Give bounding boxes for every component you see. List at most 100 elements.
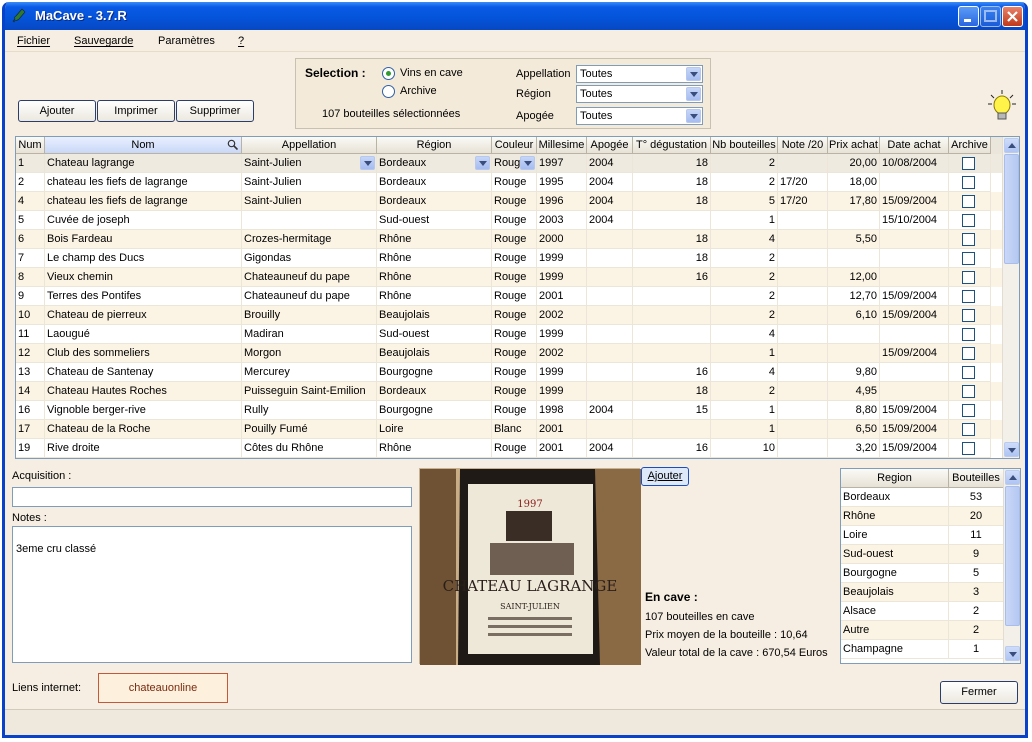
table-cell[interactable] (587, 249, 633, 268)
table-cell[interactable]: Puisseguin Saint-Emilion (242, 382, 377, 401)
table-cell[interactable] (633, 420, 711, 439)
table-cell[interactable]: 16 (633, 363, 711, 382)
table-cell[interactable]: 1999 (537, 268, 587, 287)
column-header[interactable]: Apogée (587, 137, 633, 154)
column-header[interactable]: Millesime (537, 137, 587, 154)
table-row[interactable]: 8 Vieux chemin Chateauneuf du pape Rhône Rou… (16, 268, 1003, 287)
table-cell[interactable]: Chateau de la Roche (45, 420, 242, 439)
table-cell[interactable]: 1999 (537, 382, 587, 401)
table-cell[interactable]: Rhône (377, 268, 492, 287)
table-cell[interactable] (778, 230, 828, 249)
table-cell[interactable]: Chateau lagrange (45, 154, 242, 173)
archive-cell[interactable] (949, 268, 991, 287)
table-cell[interactable]: 5 (711, 192, 778, 211)
table-cell[interactable]: chateau les fiefs de lagrange (45, 192, 242, 211)
table-cell[interactable]: Chateau de pierreux (45, 306, 242, 325)
table-cell[interactable] (778, 268, 828, 287)
table-cell[interactable] (880, 249, 949, 268)
archive-cell[interactable] (949, 192, 991, 211)
table-cell[interactable]: Rouge (492, 401, 537, 420)
table-cell[interactable]: 15/09/2004 (880, 344, 949, 363)
table-cell[interactable]: 6 (16, 230, 45, 249)
table-cell[interactable]: Sud-ouest (377, 325, 492, 344)
table-cell[interactable] (587, 230, 633, 249)
table-row[interactable]: 16 Vignoble berger-rive Rully Bourgogne Roug… (16, 401, 1003, 420)
table-row[interactable]: 11 Laougué Madiran Sud-ouest Rouge 1999 4 (16, 325, 1003, 344)
table-cell[interactable]: Terres des Pontifes (45, 287, 242, 306)
table-cell[interactable]: Club des sommeliers (45, 344, 242, 363)
archive-cell[interactable] (949, 154, 991, 173)
table-cell[interactable] (778, 363, 828, 382)
archive-checkbox[interactable] (962, 404, 975, 417)
table-cell[interactable] (828, 249, 880, 268)
region-table-scrollbar[interactable] (1003, 469, 1020, 663)
table-cell[interactable]: 2004 (587, 439, 633, 458)
table-cell[interactable] (778, 401, 828, 420)
table-cell[interactable]: 1999 (537, 363, 587, 382)
table-cell[interactable]: Rhône (377, 439, 492, 458)
maximize-button[interactable] (980, 6, 1001, 27)
table-cell[interactable]: 12,00 (828, 268, 880, 287)
table-cell[interactable]: 17/20 (778, 173, 828, 192)
table-cell[interactable]: 15/09/2004 (880, 306, 949, 325)
table-row[interactable]: 4 chateau les fiefs de lagrange Saint-Juli… (16, 192, 1003, 211)
wine-table[interactable]: Num Nom Appellation Région Couleur Millesime A… (15, 136, 1020, 459)
archive-cell[interactable] (949, 420, 991, 439)
table-cell[interactable]: Saint-Julien (242, 173, 377, 192)
table-cell[interactable]: 15/09/2004 (880, 401, 949, 420)
archive-checkbox[interactable] (962, 271, 975, 284)
archive-cell[interactable] (949, 249, 991, 268)
table-cell[interactable]: Côtes du Rhône (242, 439, 377, 458)
table-cell[interactable]: Cuvée de joseph (45, 211, 242, 230)
archive-checkbox[interactable] (962, 328, 975, 341)
table-cell[interactable]: 15/09/2004 (880, 287, 949, 306)
table-cell[interactable]: 18 (633, 192, 711, 211)
table-cell[interactable] (828, 344, 880, 363)
table-cell[interactable] (880, 230, 949, 249)
column-header[interactable]: Appellation (242, 137, 377, 154)
table-cell[interactable]: 8,80 (828, 401, 880, 420)
table-cell[interactable]: 7 (16, 249, 45, 268)
table-cell[interactable]: 11 (16, 325, 45, 344)
column-header[interactable]: Prix achat (828, 137, 880, 154)
region-row[interactable]: Alsace 2 (841, 602, 1004, 621)
table-cell[interactable]: 2001 (537, 287, 587, 306)
table-cell[interactable]: 18 (633, 230, 711, 249)
table-cell[interactable] (587, 344, 633, 363)
filter-region-select[interactable]: Toutes (576, 85, 703, 103)
table-cell[interactable]: Laougué (45, 325, 242, 344)
region-row[interactable]: Bourgogne 5 (841, 564, 1004, 583)
column-header[interactable]: Nb bouteilles (711, 137, 778, 154)
filter-appellation-select[interactable]: Toutes (576, 65, 703, 83)
archive-checkbox[interactable] (962, 366, 975, 379)
table-cell[interactable]: 2004 (587, 401, 633, 420)
table-cell[interactable]: Saint-Julien (242, 154, 377, 173)
table-cell[interactable]: Rouge (492, 211, 537, 230)
table-cell[interactable] (587, 420, 633, 439)
table-cell[interactable] (778, 325, 828, 344)
table-cell[interactable]: Gigondas (242, 249, 377, 268)
add-button[interactable]: Ajouter (18, 100, 96, 122)
table-cell[interactable]: 15 (633, 401, 711, 420)
table-cell[interactable] (778, 154, 828, 173)
archive-cell[interactable] (949, 325, 991, 344)
table-cell[interactable]: 15/09/2004 (880, 439, 949, 458)
table-cell[interactable]: 1999 (537, 325, 587, 344)
archive-checkbox[interactable] (962, 233, 975, 246)
column-header[interactable]: Nom (45, 137, 242, 154)
title-bar[interactable]: MaCave - 3.7.R (5, 2, 1025, 30)
table-cell[interactable]: 13 (16, 363, 45, 382)
table-cell[interactable]: 1 (711, 420, 778, 439)
region-row[interactable]: Loire 11 (841, 526, 1004, 545)
table-cell[interactable] (880, 173, 949, 192)
close-window-button[interactable]: Fermer (940, 681, 1018, 704)
table-cell[interactable]: 1995 (537, 173, 587, 192)
minimize-button[interactable] (958, 6, 979, 27)
table-cell[interactable] (880, 382, 949, 401)
table-cell[interactable]: 15/10/2004 (880, 211, 949, 230)
table-cell[interactable] (587, 382, 633, 401)
table-cell[interactable]: Rouge (492, 439, 537, 458)
radio-archive[interactable] (382, 85, 395, 98)
table-cell[interactable] (242, 211, 377, 230)
column-header[interactable]: Num (16, 137, 45, 154)
